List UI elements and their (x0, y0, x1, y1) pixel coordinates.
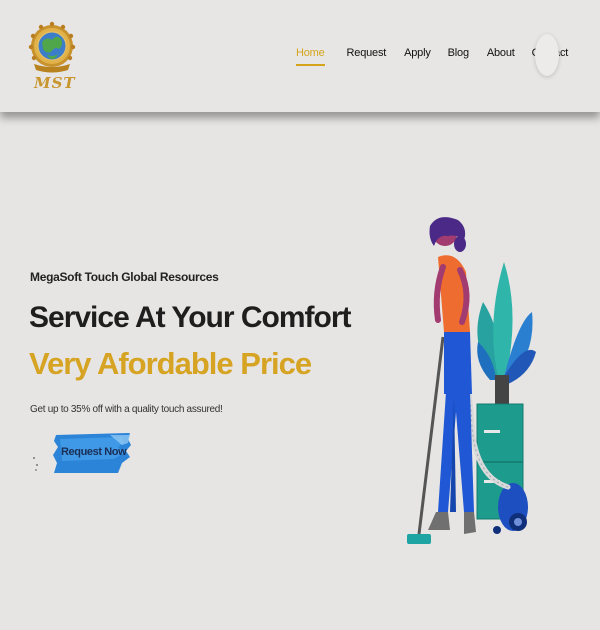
hero-subtitle: Very Afordable Price (29, 346, 312, 381)
nav-home[interactable]: Home (296, 47, 325, 66)
logo-text: MST (34, 74, 76, 92)
request-now-label: Request Now (61, 446, 127, 458)
hero-title: Service At Your Comfort (29, 301, 352, 334)
hero-kicker: MegaSoft Touch Global Resources (30, 270, 219, 284)
woman-vacuuming-illustration (407, 217, 536, 544)
nav-request[interactable]: Request (347, 47, 387, 59)
site-header: MST Home Request Apply Blog About Contac… (0, 0, 600, 112)
decorative-dots (33, 457, 38, 471)
plant-icon (477, 262, 536, 384)
nav-about[interactable]: About (487, 47, 515, 59)
main-nav: Home Request Apply Blog About Contact (296, 47, 568, 66)
logo[interactable]: MST (28, 12, 76, 94)
menu-toggle-button[interactable] (535, 34, 559, 76)
hero-description: Get up to 35% off with a quality touch a… (30, 404, 223, 415)
request-now-button[interactable]: Request Now (52, 433, 132, 473)
nav-blog[interactable]: Blog (448, 47, 469, 59)
nav-apply[interactable]: Apply (404, 47, 431, 59)
